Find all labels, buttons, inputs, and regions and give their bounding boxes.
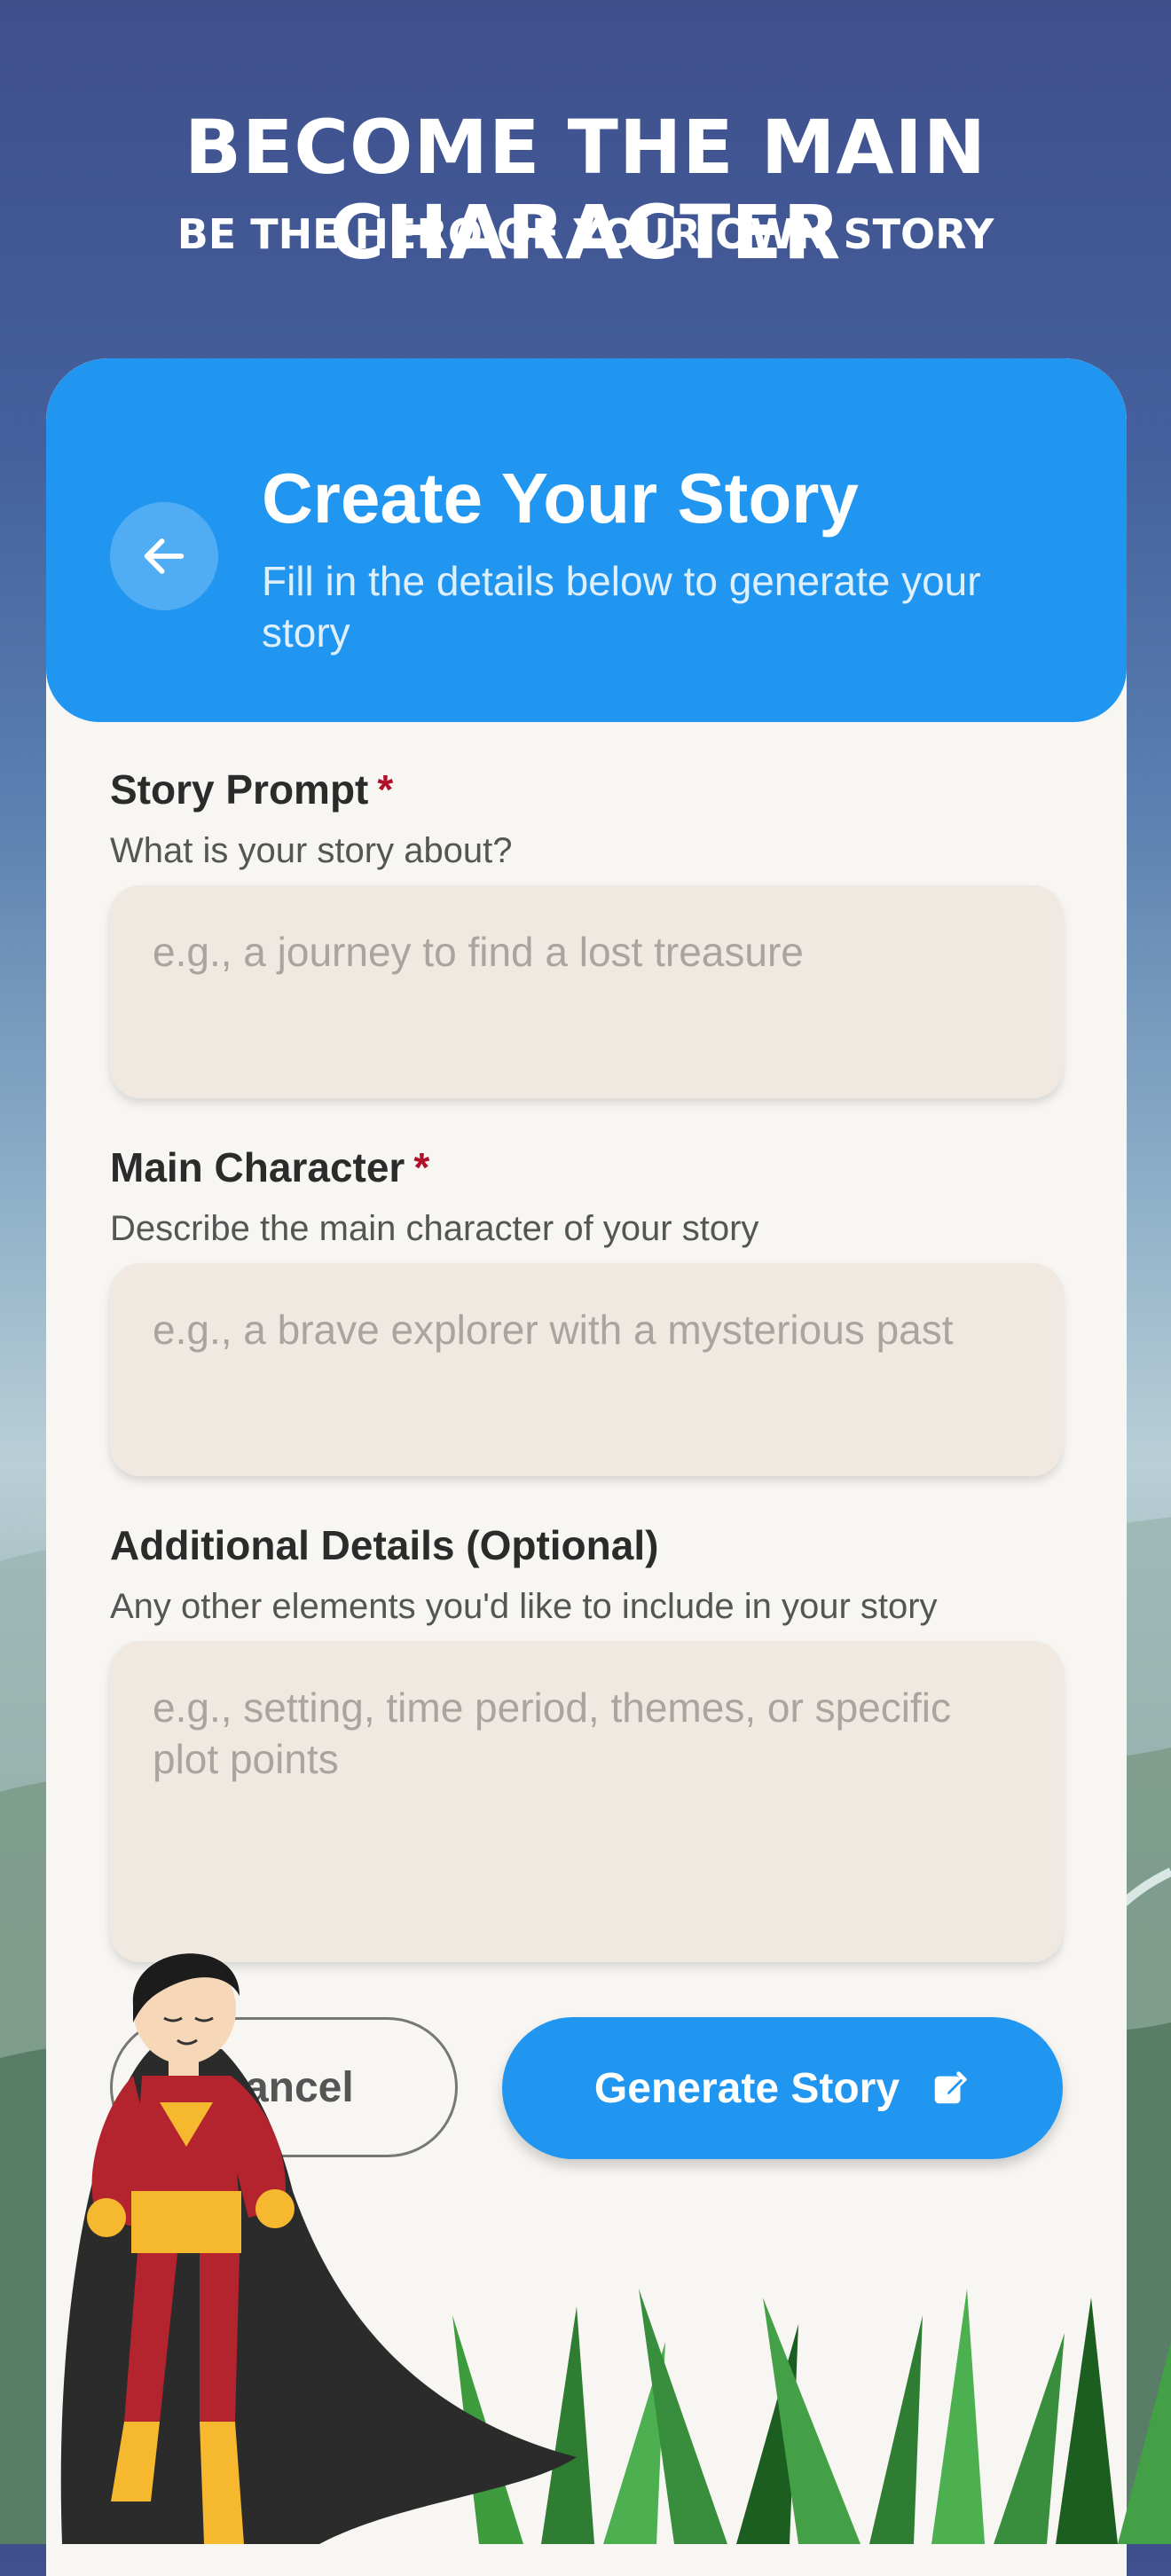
additional-details-help: Any other elements you'd like to include… xyxy=(110,1587,938,1626)
additional-details-field xyxy=(110,1641,1063,1962)
edit-icon xyxy=(934,2071,968,2104)
main-character-field xyxy=(110,1263,1063,1476)
back-button[interactable] xyxy=(110,502,218,610)
page-subtitle: Fill in the details below to generate yo… xyxy=(262,558,981,656)
main-character-input[interactable] xyxy=(110,1263,1063,1476)
story-prompt-field xyxy=(110,885,1063,1098)
main-character-help: Describe the main character of your stor… xyxy=(110,1209,759,1248)
required-mark: * xyxy=(377,766,394,813)
main-character-label: Main Character * xyxy=(110,1144,430,1190)
card-header: Create Your Story Fill in the details be… xyxy=(46,358,1127,722)
additional-details-input[interactable] xyxy=(110,1641,1063,1962)
required-mark: * xyxy=(413,1144,430,1190)
arrow-left-icon xyxy=(144,538,185,574)
page-title: Create Your Story xyxy=(262,459,859,538)
additional-details-label: Additional Details (Optional) xyxy=(110,1522,659,1568)
story-prompt-help: What is your story about? xyxy=(110,831,513,870)
story-prompt-input[interactable] xyxy=(110,885,1063,1098)
banner-subtitle: BE THE HERO OF YOUR OWN STORY xyxy=(177,210,994,258)
story-prompt-label: Story Prompt * xyxy=(110,766,394,813)
generate-story-label: Generate Story xyxy=(593,2064,900,2112)
superhero-illustration xyxy=(60,1953,578,2544)
